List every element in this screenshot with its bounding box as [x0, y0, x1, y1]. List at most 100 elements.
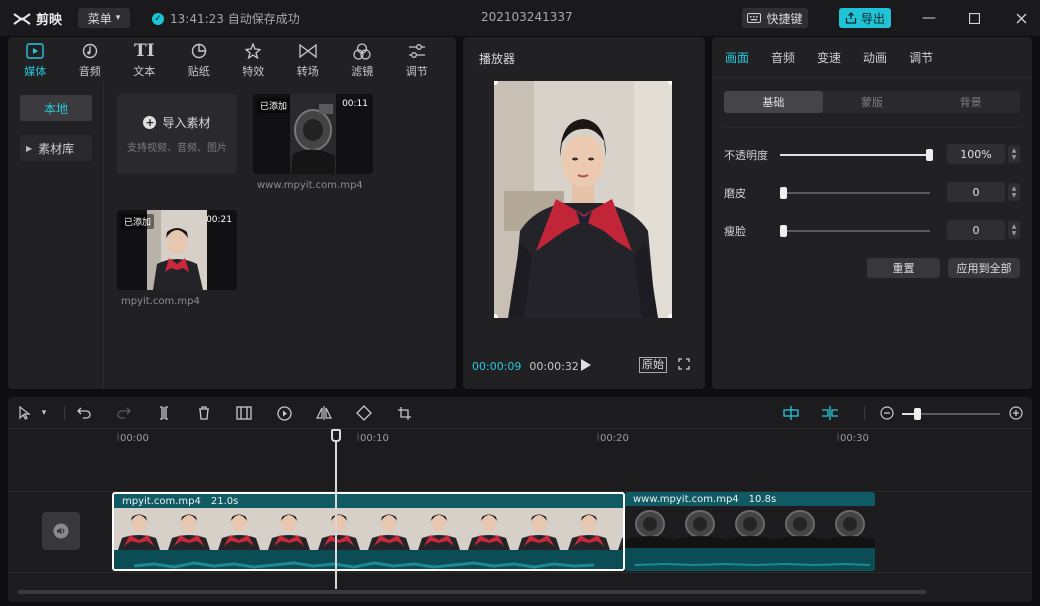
select-cursor-icon[interactable]	[16, 404, 34, 422]
tab-sticker[interactable]: 贴纸	[172, 37, 227, 81]
total-time: 00:00:32	[529, 359, 579, 373]
freeze-frame-icon[interactable]	[235, 404, 253, 422]
ruler-label: 00:20	[600, 433, 629, 444]
current-time: 00:00:09	[472, 359, 522, 373]
smooth-skin-value[interactable]: 0	[947, 182, 1005, 202]
tab-picture[interactable]: 画面	[725, 49, 749, 66]
tab-speed[interactable]: 变速	[817, 49, 841, 66]
timeline-scrollbar[interactable]	[18, 590, 926, 594]
tab-audio-props[interactable]: 音频	[771, 49, 795, 66]
media-item[interactable]: 已添加 00:21	[117, 210, 237, 290]
timeline-clip[interactable]: mpyit.com.mp4 21.0s	[112, 492, 625, 571]
smooth-skin-label: 磨皮	[724, 187, 746, 200]
shortcut-button[interactable]: 快捷键	[742, 8, 808, 28]
clip-frame-thumbnail	[464, 508, 514, 550]
tab-adjust[interactable]: 调节	[390, 37, 445, 81]
media-panel: 媒体 音频 TI 文本 贴纸 特效 转场 滤镜 调节 本地 ▶ 素材库 + 导入…	[8, 37, 456, 389]
stepper-icon[interactable]: ▲ ▼	[1008, 183, 1020, 201]
clip-header: mpyit.com.mp4 21.0s	[114, 494, 623, 508]
import-media-card[interactable]: + 导入素材 支持视频、音频、图片	[117, 94, 237, 174]
tab-audio-label: 音频	[78, 65, 101, 78]
split-icon[interactable]	[155, 404, 173, 422]
zoom-out-icon[interactable]	[878, 404, 896, 422]
slider-knob[interactable]	[926, 149, 933, 161]
clip-frame-thumbnail	[314, 508, 364, 550]
player-preview[interactable]	[494, 81, 672, 318]
slider-fill	[780, 154, 930, 156]
transition-icon	[299, 42, 317, 60]
smooth-skin-slider[interactable]	[780, 187, 930, 199]
fullscreen-icon[interactable]	[678, 358, 690, 373]
maximize-icon[interactable]	[965, 9, 983, 27]
linkage-icon[interactable]	[821, 404, 839, 422]
filter-icon	[353, 42, 371, 60]
chevron-down-icon[interactable]: ▾	[38, 404, 50, 422]
app-logo: 剪映	[12, 9, 62, 28]
clip-frame-thumbnail	[825, 506, 875, 548]
crop-handle[interactable]	[668, 314, 672, 318]
export-label: 导出	[860, 11, 885, 26]
reverse-play-icon[interactable]	[275, 404, 293, 422]
play-icon[interactable]	[580, 358, 592, 375]
import-label: 导入素材	[162, 116, 211, 130]
slider-knob[interactable]	[780, 225, 787, 237]
text-icon: TI	[133, 41, 155, 61]
tab-text[interactable]: TI 文本	[117, 37, 172, 81]
tab-transition[interactable]: 转场	[281, 37, 336, 81]
sidebar-item-library[interactable]: ▶ 素材库	[20, 135, 92, 161]
slider-knob[interactable]	[780, 187, 787, 199]
sidebar-item-local[interactable]: 本地	[20, 95, 92, 121]
timeline-clip[interactable]: www.mpyit.com.mp4 10.8s	[625, 492, 875, 571]
track-audio-toggle[interactable]	[42, 512, 80, 550]
import-title: + 导入素材	[143, 114, 211, 131]
slim-face-slider[interactable]	[780, 225, 930, 237]
tab-effects[interactable]: 特效	[226, 37, 281, 81]
original-ratio-button[interactable]: 原始	[639, 357, 667, 373]
crop-handle[interactable]	[668, 81, 672, 85]
tab-adjust-props[interactable]: 调节	[909, 49, 933, 66]
export-button[interactable]: 导出	[839, 8, 891, 28]
stepper-icon[interactable]: ▲ ▼	[1008, 145, 1020, 163]
apply-all-button[interactable]: 应用到全部	[948, 258, 1020, 278]
effects-icon	[244, 42, 262, 60]
tab-animation[interactable]: 动画	[863, 49, 887, 66]
crop-handle[interactable]	[494, 314, 498, 318]
tab-media[interactable]: 媒体	[8, 37, 63, 81]
crop-icon[interactable]	[395, 404, 413, 422]
tab-filter[interactable]: 滤镜	[335, 37, 390, 81]
close-icon[interactable]	[1012, 9, 1030, 27]
timeline-ruler[interactable]: 00:00 00:10 00:20 00:30	[8, 429, 1032, 451]
slider-knob[interactable]	[914, 408, 921, 420]
media-item[interactable]: 已添加 00:11	[253, 94, 373, 174]
subtab-background[interactable]: 背景	[921, 91, 1020, 113]
reset-button[interactable]: 重置	[867, 258, 940, 278]
redo-icon[interactable]	[115, 404, 133, 422]
zoom-slider[interactable]	[902, 408, 1000, 420]
slim-face-value[interactable]: 0	[947, 220, 1005, 240]
subtab-mask[interactable]: 蒙版	[823, 91, 922, 113]
playhead-line	[335, 441, 337, 589]
tab-audio[interactable]: 音频	[63, 37, 118, 81]
stepper-icon[interactable]: ▲ ▼	[1008, 221, 1020, 239]
rotate-icon[interactable]	[355, 404, 373, 422]
opacity-slider[interactable]	[780, 149, 933, 161]
audio-waveform	[625, 548, 875, 570]
undo-icon[interactable]	[75, 404, 93, 422]
clip-frame-thumbnail	[614, 508, 623, 550]
zoom-in-icon[interactable]	[1007, 404, 1025, 422]
menu-button[interactable]: 菜单 ▾	[78, 8, 130, 28]
clip-header: www.mpyit.com.mp4 10.8s	[625, 492, 875, 506]
playhead-handle[interactable]	[331, 429, 341, 442]
clip-duration: 21.0s	[210, 495, 239, 507]
player-title: 播放器	[479, 52, 516, 66]
clip-frame-thumbnail	[514, 508, 564, 550]
mirror-icon[interactable]	[315, 404, 333, 422]
player-panel: 播放器 00:00:09 00:00:32 原始	[463, 37, 705, 389]
speaker-icon	[53, 523, 69, 539]
subtab-basic[interactable]: 基础	[724, 91, 823, 113]
timeline-panel: ▾ 00:00 00:10 00:20 00:30 mpyit.com.mp4 …	[8, 397, 1032, 602]
opacity-value[interactable]: 100%	[947, 144, 1005, 164]
minimize-icon[interactable]: —	[920, 9, 938, 27]
snap-icon[interactable]	[782, 404, 800, 422]
delete-icon[interactable]	[195, 404, 213, 422]
